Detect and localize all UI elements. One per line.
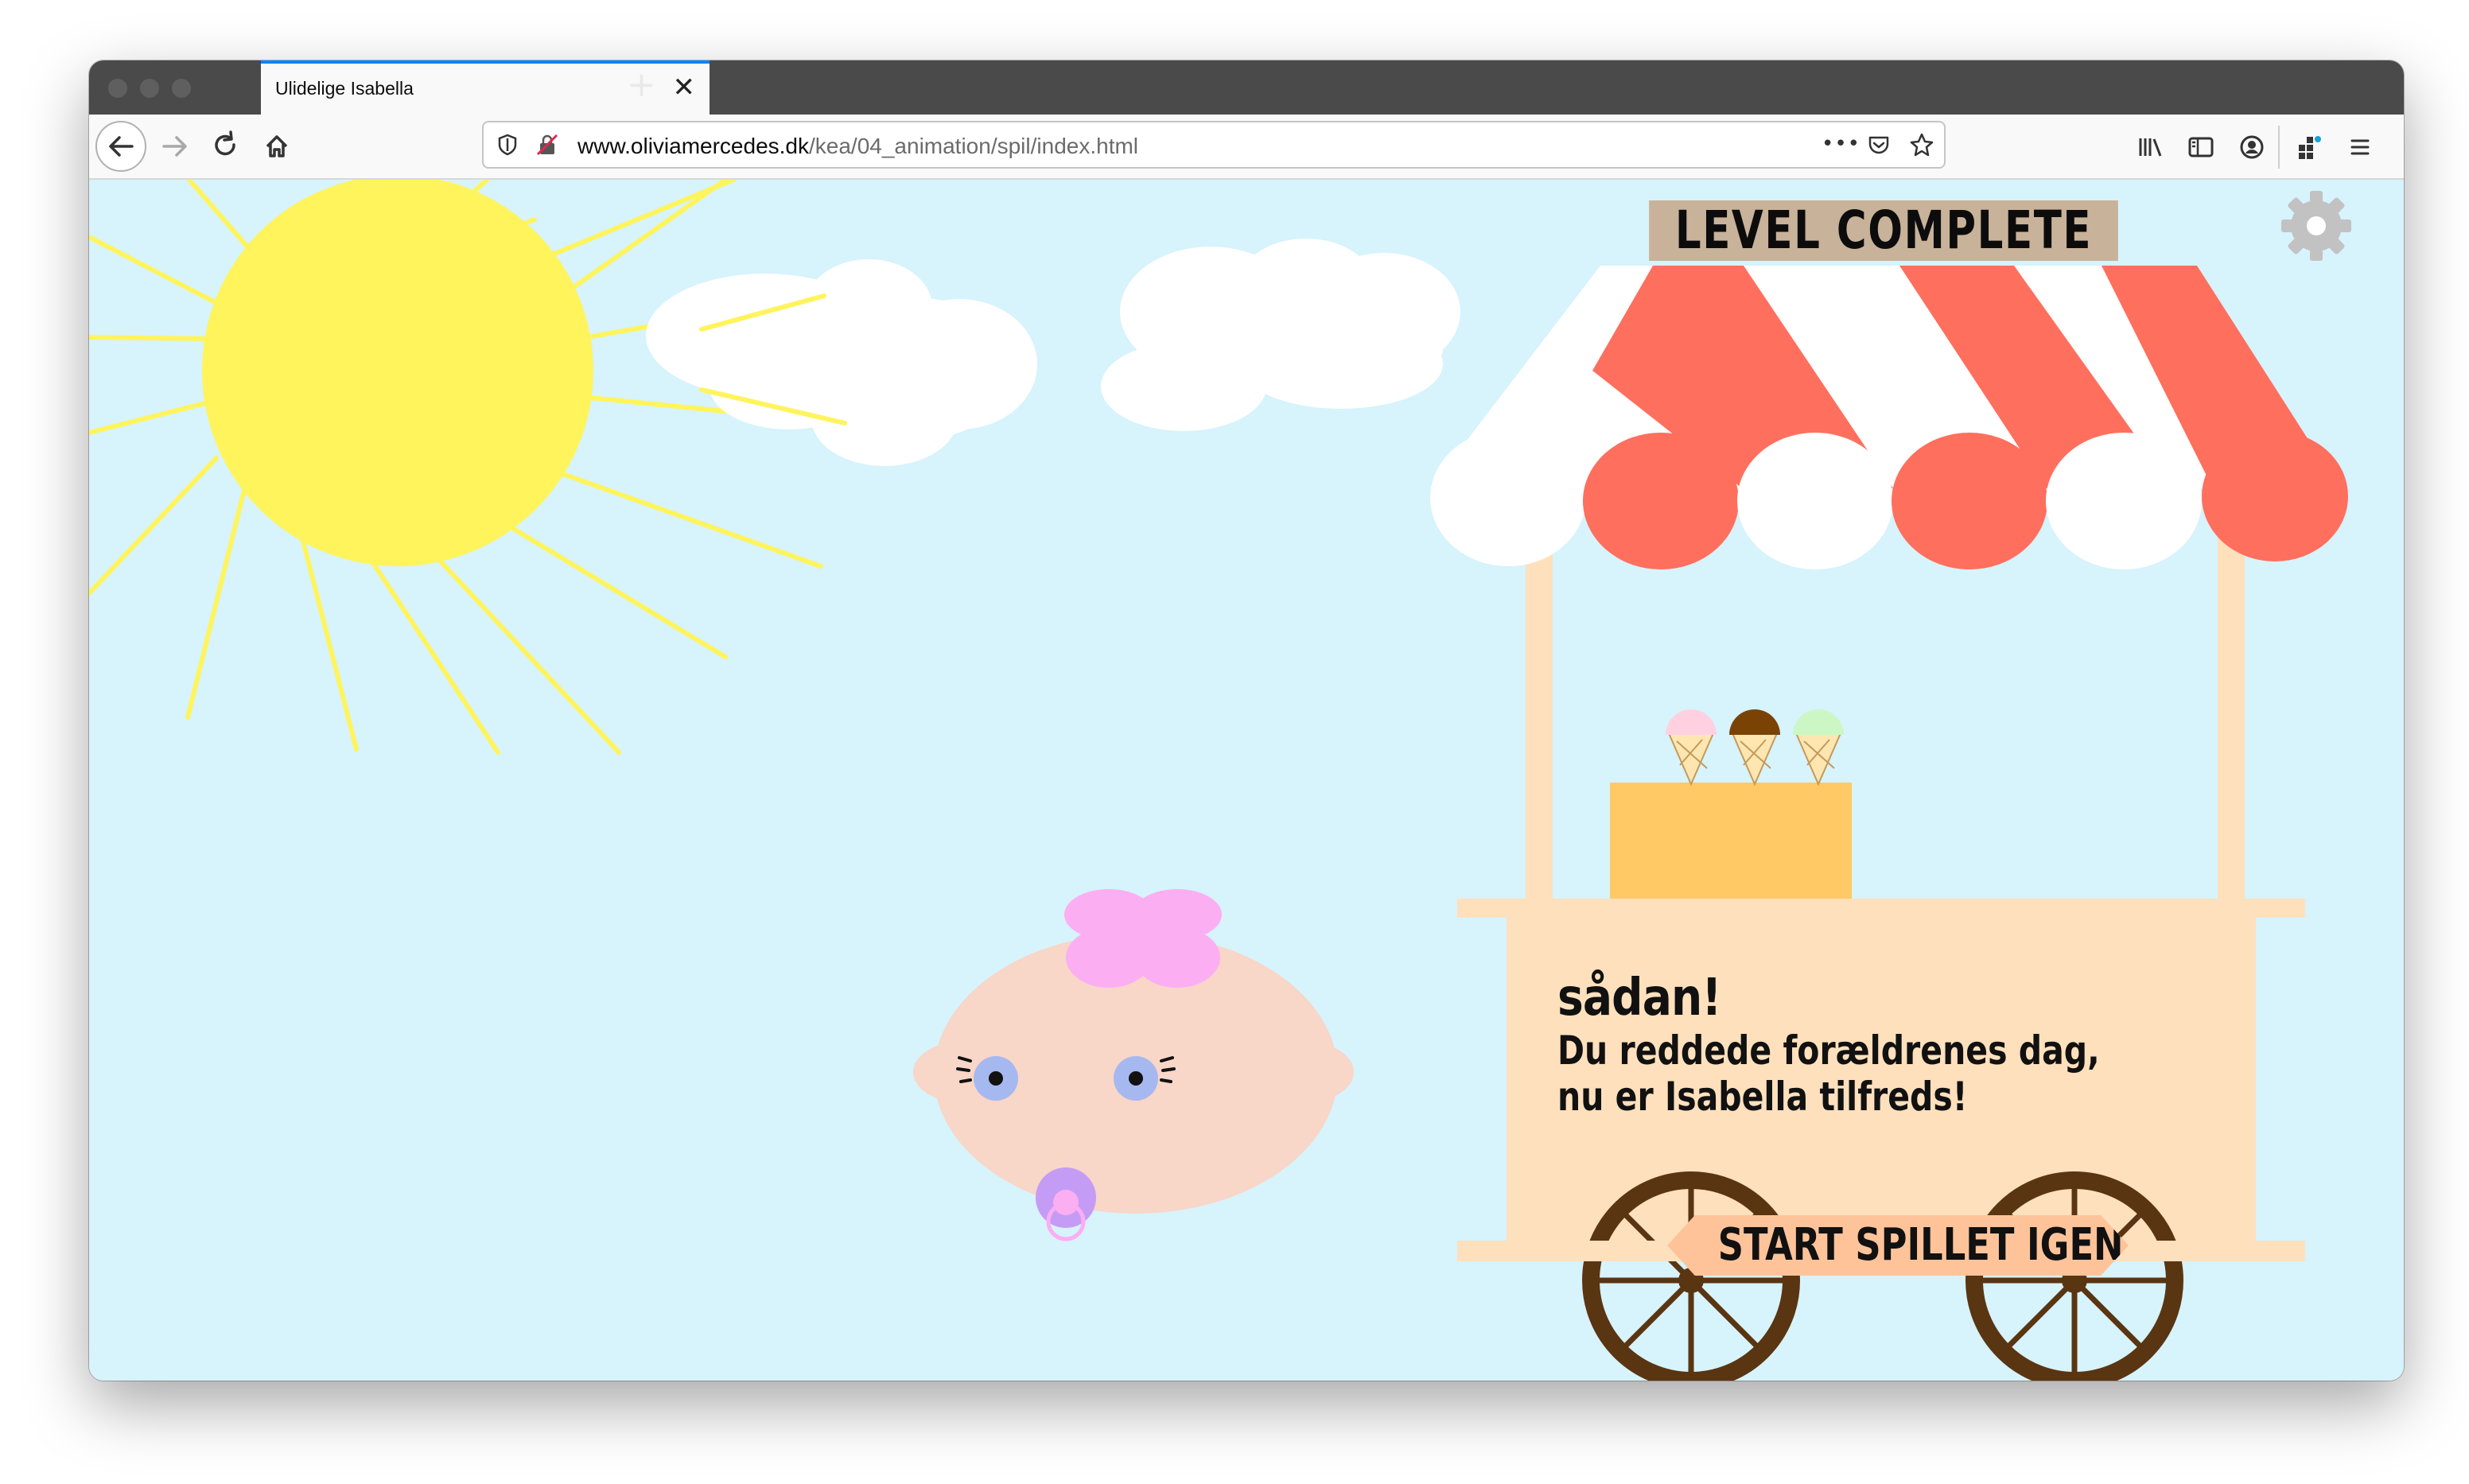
reload-button[interactable] xyxy=(200,121,251,172)
tab-title: Ulidelige Isabella xyxy=(275,78,414,99)
cloud-left xyxy=(646,259,1037,466)
reload-icon xyxy=(215,130,235,156)
tab-bar: Ulidelige Isabella ✕ + xyxy=(89,60,2404,115)
zoom-window-button[interactable] xyxy=(172,79,191,98)
insecure-lock-icon[interactable] xyxy=(533,130,562,159)
page-actions-button[interactable]: ••• xyxy=(1822,132,1860,156)
message-heading: sådan! xyxy=(1557,969,1721,1028)
library-icon[interactable] xyxy=(2135,132,2165,162)
home-button[interactable] xyxy=(251,121,302,172)
restart-game-label: START SPILLET IGEN xyxy=(1717,1219,2124,1271)
game-scene xyxy=(89,180,2348,1381)
back-button[interactable] xyxy=(95,121,146,172)
pocket-icon[interactable] xyxy=(1864,130,1893,159)
navigation-toolbar: www.oliviamercedes.dk/kea/04_animation/s… xyxy=(89,115,2404,180)
game-viewport: LEVEL COMPLETE sådan! Du reddede forældr… xyxy=(89,180,2404,1381)
menu-icon[interactable] xyxy=(2345,132,2375,162)
url-text: www.oliviamercedes.dk/kea/04_animation/s… xyxy=(577,134,1138,159)
restart-game-button[interactable]: START SPILLET IGEN xyxy=(1667,1215,2129,1276)
baby-isabella xyxy=(913,889,1354,1241)
bookmark-star-icon[interactable] xyxy=(1907,130,1936,159)
account-icon[interactable] xyxy=(2237,132,2267,162)
forward-button[interactable] xyxy=(150,121,200,172)
cloud-right xyxy=(1101,239,1460,431)
message-line-1: Du reddede forældrenes dag, xyxy=(1557,1028,2100,1074)
sun xyxy=(89,180,847,755)
toolbar-separator xyxy=(2278,126,2280,169)
new-tab-button[interactable]: + xyxy=(627,65,656,105)
browser-window: Ulidelige Isabella ✕ + www.oliviamercede… xyxy=(89,60,2404,1381)
ice-cream-cones xyxy=(1666,709,1844,787)
ice-cream-cart xyxy=(1430,266,2348,1381)
tab-close-icon[interactable]: ✕ xyxy=(673,72,696,103)
message-line-2: nu er Isabella tilfreds! xyxy=(1557,1074,1968,1120)
gear-icon[interactable] xyxy=(2277,186,2356,266)
level-complete-banner: LEVEL COMPLETE xyxy=(1649,200,2118,261)
forward-icon xyxy=(162,136,187,157)
minimize-window-button[interactable] xyxy=(140,79,159,98)
url-bar[interactable]: www.oliviamercedes.dk/kea/04_animation/s… xyxy=(482,121,1946,169)
sidebar-icon[interactable] xyxy=(2186,132,2216,162)
extensions-icon[interactable] xyxy=(2294,132,2324,162)
url-path: /kea/04_animation/spil/index.html xyxy=(809,134,1139,158)
close-window-button[interactable] xyxy=(108,79,127,98)
back-icon xyxy=(109,136,134,157)
tracking-shield-icon[interactable] xyxy=(493,130,522,159)
home-icon xyxy=(266,135,288,157)
url-host: www.oliviamercedes.dk xyxy=(577,134,809,158)
